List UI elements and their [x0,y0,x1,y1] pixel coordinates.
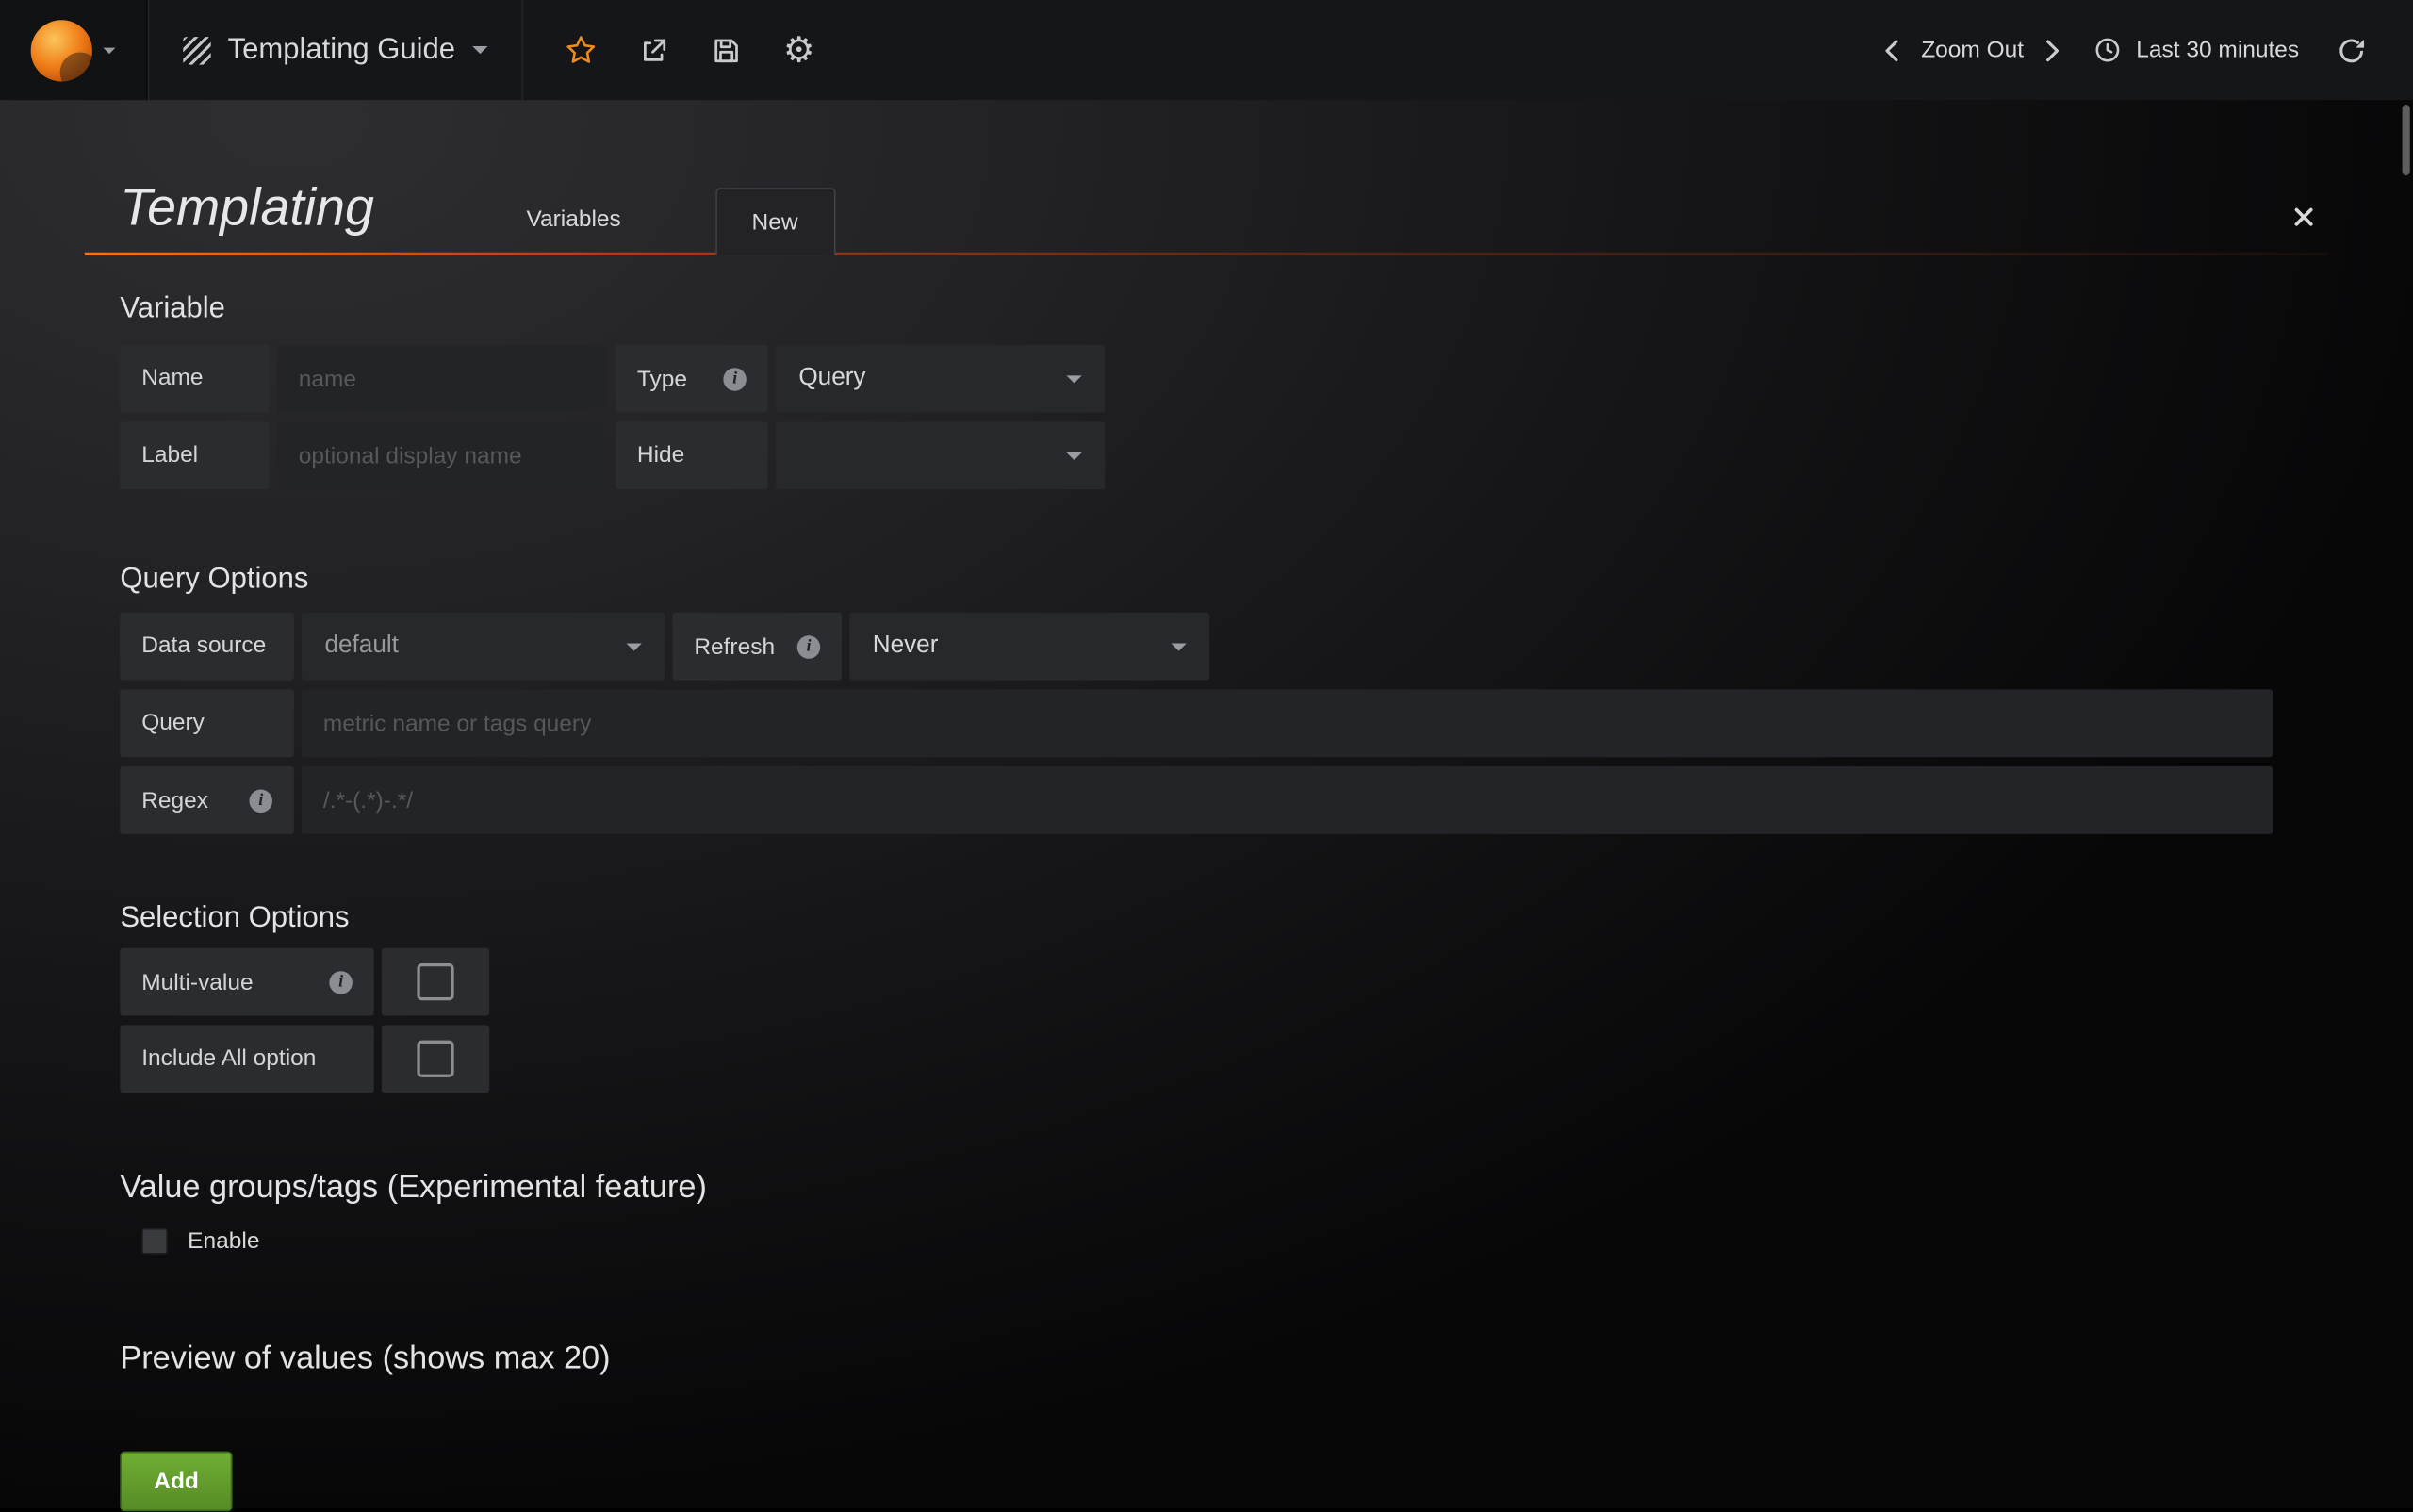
time-zoom-group: Zoom Out [1880,36,2065,63]
time-range-picker[interactable]: Last 30 minutes [2093,36,2300,65]
clock-icon [2093,36,2123,65]
grafana-menu-button[interactable] [0,0,148,100]
time-shift-forward-button[interactable] [2038,36,2065,63]
zoom-out-button[interactable]: Zoom Out [1921,37,2024,63]
refresh-label: Refresh [672,613,842,681]
preview-heading: Preview of values (shows max 20) [120,1341,2305,1378]
value-groups-section: Value groups/tags (Experimental feature)… [120,1170,2305,1255]
multi-value-row: Multi-value [120,948,2305,1016]
refresh-label-text: Refresh [694,633,775,660]
chevron-left-icon [1880,36,1907,63]
variable-section: Variable Name Type Query Label Hide [120,293,2305,490]
chevron-down-icon [1066,452,1081,460]
info-icon[interactable] [797,635,820,658]
checkbox-icon [417,964,453,1001]
info-icon[interactable] [249,789,271,812]
refresh-button[interactable] [2336,35,2367,66]
add-button[interactable]: Add [120,1452,232,1512]
query-options-heading: Query Options [120,564,2305,598]
templating-header: Templating Variables New [85,180,2328,256]
preview-section: Preview of values (shows max 20) [120,1341,2305,1378]
value-groups-heading: Value groups/tags (Experimental feature) [120,1170,2305,1207]
include-all-label: Include All option [120,1026,373,1093]
datasource-select[interactable]: default [302,613,665,681]
dashboard-title: Templating Guide [228,33,455,67]
page-title: Templating [120,180,374,238]
multi-value-checkbox[interactable] [382,948,489,1016]
type-label-text: Type [637,366,687,392]
query-options-section: Query Options Data source default Refres… [120,564,2305,834]
grafana-logo-icon [31,19,92,80]
query-label: Query [120,690,293,758]
close-icon [2291,205,2316,230]
include-all-row: Include All option [120,1026,2305,1093]
close-editor-button[interactable] [2291,205,2316,230]
share-icon [638,35,669,66]
refresh-icon [2336,35,2367,66]
enable-label: Enable [188,1228,259,1255]
enable-checkbox[interactable] [141,1228,168,1255]
tab-variables[interactable]: Variables [476,189,672,254]
templating-editor: Templating Variables New Variable Name T… [0,100,2413,1512]
query-row: Query [120,690,2305,758]
info-icon[interactable] [329,971,352,994]
type-label: Type [616,345,768,413]
selection-options-section: Selection Options Multi-value Include Al… [120,902,2305,1093]
variable-label-row: Label Hide [120,422,2305,490]
star-icon [565,34,597,66]
hide-select[interactable] [776,422,1105,490]
multi-value-label: Multi-value [120,948,373,1016]
datasource-label: Data source [120,613,293,681]
datasource-select-value: default [324,633,398,661]
dashboard-grid-icon [183,36,210,63]
regex-row: Regex [120,767,2305,835]
info-icon[interactable] [723,368,746,390]
datasource-row: Data source default Refresh Never [120,613,2305,681]
top-navbar: Templating Guide [0,0,2413,100]
regex-label-text: Regex [141,788,208,814]
refresh-select[interactable]: Never [849,613,1209,681]
regex-input[interactable] [302,767,2273,835]
variable-heading: Variable [120,293,2305,327]
multi-value-label-text: Multi-value [141,969,253,995]
save-icon [711,35,742,66]
share-dashboard-button[interactable] [638,35,669,66]
grafana-app: Templating Guide [0,0,2413,1508]
tab-new[interactable]: New [714,189,834,256]
include-all-checkbox[interactable] [382,1026,489,1093]
chevron-down-icon [1171,643,1186,650]
chevron-down-icon [626,643,641,650]
chevron-down-icon [472,46,487,54]
variable-name-row: Name Type Query [120,345,2305,413]
type-select[interactable]: Query [776,345,1105,413]
hide-label: Hide [616,422,768,490]
name-input[interactable] [277,345,608,413]
checkbox-icon [417,1041,453,1077]
dashboard-actions [523,32,815,68]
scrollbar-thumb[interactable] [2403,105,2410,175]
chevron-down-icon [1066,375,1081,383]
label-input[interactable] [277,422,608,490]
time-controls: Zoom Out Last 30 minutes [1880,35,2413,66]
label-label: Label [120,422,269,490]
enable-row: Enable [120,1228,2305,1255]
gear-icon [783,32,815,68]
time-range-label: Last 30 minutes [2136,37,2299,63]
save-dashboard-button[interactable] [711,35,742,66]
type-select-value: Query [798,366,865,393]
refresh-select-value: Never [873,633,939,661]
chevron-down-icon [103,47,115,54]
query-input[interactable] [302,690,2273,758]
dashboard-picker[interactable]: Templating Guide [148,0,523,100]
time-shift-back-button[interactable] [1880,36,1907,63]
chevron-right-icon [2038,36,2065,63]
dashboard-settings-button[interactable] [783,32,815,68]
regex-label: Regex [120,767,293,835]
name-label: Name [120,345,269,413]
star-dashboard-button[interactable] [565,34,597,66]
selection-options-heading: Selection Options [120,902,2305,936]
